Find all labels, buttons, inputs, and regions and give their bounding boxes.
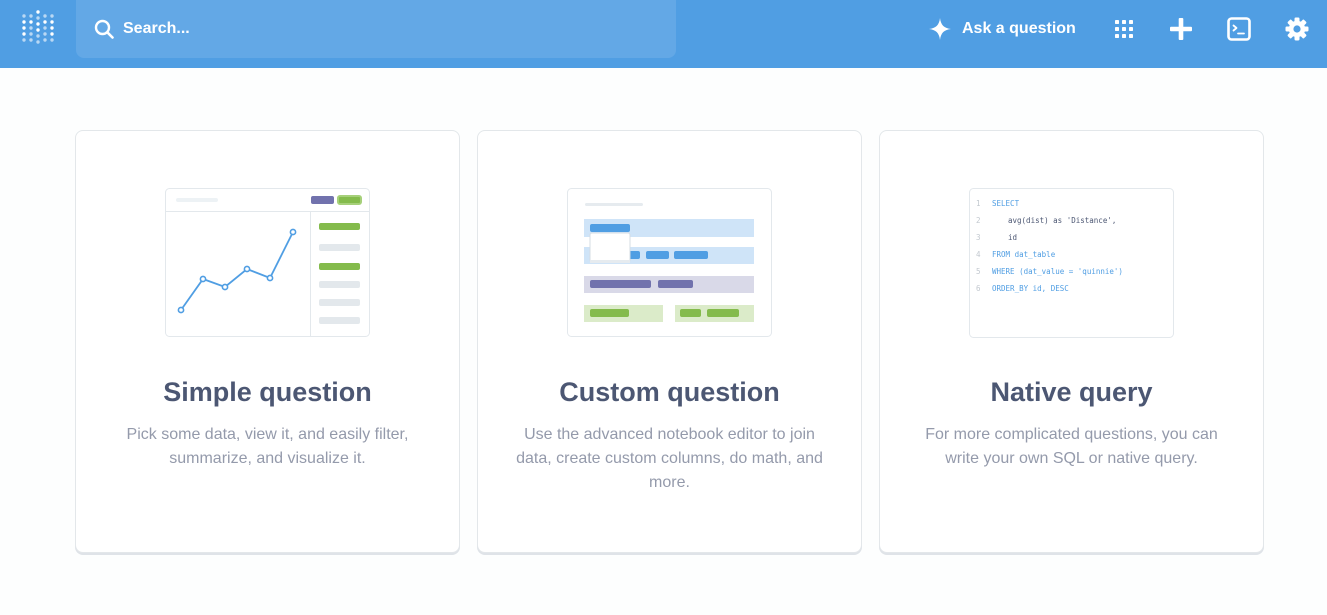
grid-icon	[1115, 20, 1133, 38]
code-line-number: 2	[976, 216, 981, 225]
settings-button[interactable]	[1282, 14, 1312, 44]
code-line-number: 3	[976, 233, 981, 242]
ask-question-label: Ask a question	[962, 20, 1076, 37]
code-line: SELECT	[992, 199, 1020, 208]
native-query-illustration: 1 2 3 4 5 6 SELECT avg(dist) as 'Distanc…	[969, 188, 1174, 338]
simple-question-illustration	[165, 188, 370, 337]
top-navbar: Search... Ask a question	[0, 0, 1327, 68]
plus-icon	[1170, 18, 1192, 40]
code-line-number: 1	[976, 199, 981, 208]
metabase-logo-icon[interactable]	[20, 10, 56, 48]
native-query-card[interactable]: 1 2 3 4 5 6 SELECT avg(dist) as 'Distanc…	[879, 130, 1264, 553]
card-description: For more complicated questions, you can …	[925, 426, 1218, 467]
custom-question-illustration	[567, 188, 772, 337]
ask-question-button[interactable]: Ask a question	[928, 16, 1076, 42]
gear-icon	[1285, 17, 1309, 41]
terminal-icon	[1227, 17, 1251, 41]
code-line-number: 4	[976, 250, 981, 259]
search-icon	[94, 19, 114, 39]
card-title: Custom question	[559, 377, 780, 407]
code-line-number: 6	[976, 284, 981, 293]
sql-editor-button[interactable]	[1224, 14, 1254, 44]
browse-button[interactable]	[1109, 14, 1139, 44]
code-line: ORDER_BY id, DESC	[992, 284, 1069, 293]
search-input[interactable]: Search...	[123, 19, 190, 39]
card-description: Use the advanced notebook editor to join…	[516, 426, 823, 491]
new-button[interactable]	[1166, 14, 1196, 44]
card-description: Pick some data, view it, and easily filt…	[126, 426, 409, 467]
card-title: Simple question	[163, 377, 372, 407]
code-line-number: 5	[976, 267, 981, 276]
simple-question-card[interactable]: Simple question Pick some data, view it,…	[75, 130, 460, 553]
code-line: id	[1008, 233, 1017, 242]
code-line: avg(dist) as 'Distance',	[1008, 216, 1116, 225]
card-title: Native query	[990, 377, 1153, 407]
code-line: FROM dat_table	[992, 250, 1056, 259]
code-line: WHERE (dat_value = 'quinnie')	[992, 267, 1123, 276]
sparkle-icon	[929, 18, 951, 40]
custom-question-card[interactable]: Custom question Use the advanced noteboo…	[477, 130, 862, 553]
search-bar[interactable]: Search...	[76, 0, 676, 58]
